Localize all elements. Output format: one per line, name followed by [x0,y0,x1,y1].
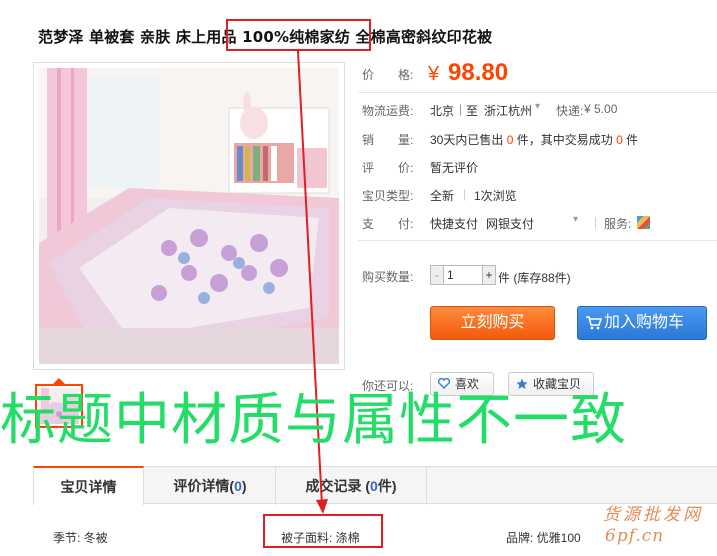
payment-dropdown-icon[interactable]: ▾ [573,214,578,225]
shipping-from: 北京 [430,104,455,118]
qty-input[interactable]: 1 [443,265,483,285]
cart-icon [586,316,602,330]
bedroom-photo [39,68,339,364]
view-count: 1次浏览 [474,189,517,203]
detail-tabs: 宝贝详情 评价详情(0) 成交记录 (0件) [33,466,717,505]
attr-season: 季节: 冬被 [53,531,108,545]
pay-quick: 快捷支付 [430,217,479,231]
tab-transactions-label: 成交记录 ( [305,478,371,494]
rating-value: 暂无评价 [430,161,479,175]
type-value: 全新 [430,189,455,203]
sales-suffix: 件 [626,133,639,147]
tab-reviews-suffix: ) [241,478,247,494]
sales-label: 销 量: [362,133,414,147]
shipping-cost: ¥ 5.00 [584,102,618,116]
tab-reviews-count: 0 [234,478,242,494]
tab-details-label: 宝贝详情 [60,479,117,495]
price-divider [358,92,717,93]
price-value: 98.80 [448,59,509,86]
qty-decrement-button[interactable]: - [430,265,444,285]
product-main-image[interactable] [33,62,345,370]
tab-transactions-count: 0 [370,478,378,494]
attr-highlight-box [263,514,383,548]
add-to-cart-label: 加入购物车 [604,314,685,331]
sales-count: 0 [506,133,514,147]
sales-mid: 件，其中交易成功 [516,133,613,147]
add-to-cart-button[interactable]: 加入购物车 [577,306,707,340]
attr-brand: 品牌: 优雅100 [506,531,581,545]
top-nav-strip [0,0,717,8]
type-sep: | [463,187,467,201]
sales-success-count: 0 [616,133,623,147]
shipping-label: 物流运费: [362,104,414,118]
qty-increment-button[interactable]: + [482,265,496,285]
price-label: 价 格: [362,68,414,82]
watermark-site-url: 6pf.cn [605,526,665,546]
tab-reviews-label: 评价详情( [173,478,235,494]
rating-label: 评 价: [362,161,414,175]
pay-bank: 网银支付 [486,217,535,231]
service-label: 服务: [604,217,632,231]
tab-details[interactable]: 宝贝详情 [33,466,144,505]
sales-info: 30天内已售出 0 件，其中交易成功 0 件 [430,131,638,148]
watermark-site-name: 货源批发网 [603,505,703,525]
title-highlight-box [226,19,371,51]
info-divider [358,240,717,241]
shipping-method: 快递: [556,104,584,118]
type-label: 宝贝类型: [362,189,414,203]
price-currency: ¥ [428,63,440,85]
service-badge-icon[interactable] [637,216,650,229]
shipping-sep-bar: | [459,102,463,116]
shipping-sep: 至 [466,104,479,118]
tab-transactions-suffix: 件) [377,478,397,494]
chevron-down-icon[interactable]: ▾ [535,101,540,112]
qty-label: 购买数量: [362,270,414,284]
payment-sep: | [594,215,598,229]
tab-separator [426,467,427,505]
buy-now-button[interactable]: 立刻购买 [430,306,555,340]
tab-transactions[interactable]: 成交记录 (0件) [276,467,426,505]
shipping-destination-select[interactable]: 浙江杭州 [484,102,532,119]
sales-prefix: 30天内已售出 [430,133,504,147]
payment-label: 支 付: [362,217,414,231]
qty-stock: 件 (库存88件) [498,271,571,285]
tab-reviews[interactable]: 评价详情(0) [145,467,275,505]
annotation-overlay-text: 标题中材质与属性不一致 [0,388,627,453]
